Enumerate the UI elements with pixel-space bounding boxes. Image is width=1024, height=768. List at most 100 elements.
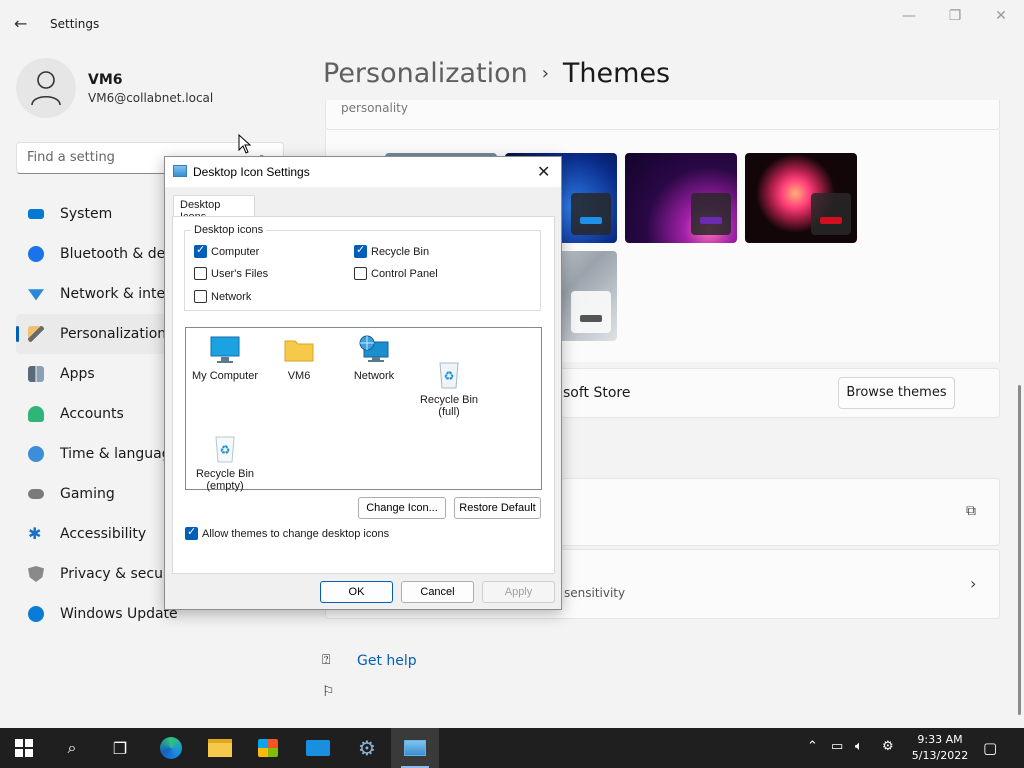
sidebar-item-label: Windows Update [60, 606, 178, 622]
theme-swatch [811, 193, 851, 235]
accessibility-icon: ✱ [28, 524, 42, 543]
help-icon: ⍰ [322, 652, 331, 668]
close-button[interactable]: ✕ [986, 8, 1016, 26]
folder-icon [208, 739, 232, 757]
sidebar-item-label: Personalization [60, 326, 167, 342]
gear-icon[interactable]: ⚙ [882, 739, 894, 754]
chevron-up-icon[interactable]: ⌃ [807, 739, 818, 754]
notification-icon[interactable]: ▢ [983, 739, 997, 757]
user-email: VM6@collabnet.local [88, 91, 214, 105]
store-button[interactable] [244, 728, 292, 768]
icon-item-my-computer[interactable]: My Computer [186, 334, 264, 382]
update-icon [28, 606, 44, 622]
network-checkbox[interactable]: Network [194, 290, 251, 303]
theme-swatch [571, 291, 611, 333]
icon-label: Network [353, 370, 395, 382]
date-text: 5/13/2022 [911, 749, 969, 762]
computer-checkbox[interactable]: Computer [194, 243, 260, 258]
monitor-icon [209, 334, 241, 366]
store-icon [258, 739, 278, 757]
checkbox-label: Allow themes to change desktop icons [202, 527, 390, 540]
restore-default-button[interactable]: Restore Default [454, 497, 541, 519]
task-view-icon: ❐ [112, 738, 128, 758]
search-icon: ⌕ [67, 738, 77, 757]
allow-themes-checkbox[interactable]: Allow themes to change desktop icons [185, 525, 390, 540]
breadcrumb-parent[interactable]: Personalization [323, 58, 528, 89]
apply-button: Apply [482, 581, 555, 603]
volume-icon[interactable]: 🔈︎ [855, 739, 863, 754]
dialog-title: Desktop Icon Settings [193, 165, 310, 179]
group-label: Desktop icons [191, 224, 267, 236]
avatar[interactable] [16, 58, 76, 118]
close-icon[interactable]: ✕ [537, 162, 550, 182]
checkbox-box[interactable] [354, 243, 367, 258]
svg-text:♻: ♻ [220, 443, 231, 457]
desktop-settings-icon [173, 165, 187, 177]
sidebar-item-label: Accounts [60, 406, 124, 422]
sidebar-item-label: Gaming [60, 486, 115, 502]
desktop-settings-icon [404, 740, 426, 756]
apps-icon [28, 366, 44, 382]
file-explorer-button[interactable] [196, 728, 244, 768]
cancel-button[interactable]: Cancel [401, 581, 474, 603]
back-arrow-icon[interactable]: ← [14, 14, 34, 34]
sidebar-item-label: Network & intern [60, 286, 180, 302]
mail-button[interactable] [294, 728, 342, 768]
sensitivity-text: sensitivity [564, 586, 626, 600]
icon-label: My Computer [191, 370, 259, 382]
settings-button[interactable]: ⚙ [343, 728, 391, 768]
icon-label: Recycle Bin (full) [419, 394, 479, 418]
windows-logo-icon [15, 739, 33, 757]
theme-thumb-glow-purple[interactable] [625, 153, 737, 243]
network-icon[interactable]: ▭ [831, 739, 843, 754]
chevron-right-icon: › [970, 574, 977, 593]
folder-icon [283, 334, 315, 366]
browse-themes-button[interactable]: Browse themes [838, 377, 955, 409]
checkbox-label: Computer [211, 245, 260, 258]
recycle-bin-empty-icon: ♻ [209, 420, 241, 463]
breadcrumb: Personalization › Themes [323, 58, 670, 89]
store-text: soft Store [563, 385, 631, 401]
desktop-icon-list[interactable]: My Computer VM6 Network ♻ Recycle Bin (f… [185, 327, 542, 492]
checkbox-label: User's Files [211, 267, 269, 280]
theme-thumb-flower[interactable] [745, 153, 857, 243]
icon-item-recycle-bin-full[interactable]: ♻ Recycle Bin (full) [410, 334, 488, 418]
icon-item-network[interactable]: Network [335, 334, 413, 382]
desktop-icon-settings-taskbar-button[interactable] [391, 728, 439, 768]
icon-item-recycle-bin-empty[interactable]: ♻ Recycle Bin (empty) [186, 408, 264, 492]
get-help-link[interactable]: Get help [357, 653, 417, 669]
person-icon [28, 406, 44, 422]
gamepad-icon [28, 489, 44, 499]
page-title: Themes [562, 58, 671, 89]
checkbox-box[interactable] [194, 267, 207, 280]
edge-button[interactable] [147, 728, 195, 768]
gear-icon: ⚙ [358, 736, 376, 760]
checkbox-label: Network [211, 290, 252, 303]
wifi-icon [28, 289, 44, 301]
start-button[interactable] [0, 728, 48, 768]
control-panel-checkbox[interactable]: Control Panel [354, 267, 438, 280]
recycle-bin-checkbox[interactable]: Recycle Bin [354, 243, 430, 258]
icon-item-user-folder[interactable]: VM6 [260, 334, 338, 382]
checkbox-box[interactable] [194, 290, 207, 303]
checkbox-box[interactable] [185, 525, 198, 540]
sidebar-item-label: Time & language [60, 446, 180, 462]
checkbox-label: Recycle Bin [371, 245, 430, 258]
minimize-button[interactable]: — [894, 8, 924, 26]
feedback-icon: ⚐ [322, 684, 335, 700]
tab-desktop-icons[interactable]: Desktop Icons [173, 195, 255, 223]
personality-text: personality [341, 101, 408, 115]
search-button[interactable]: ⌕ [48, 728, 96, 768]
scrollbar[interactable] [1018, 385, 1021, 715]
checkbox-label: Control Panel [371, 267, 438, 280]
user-name: VM6 [88, 72, 123, 88]
ok-button[interactable]: OK [320, 581, 393, 603]
checkbox-box[interactable] [354, 267, 367, 280]
maximize-button[interactable]: ❐ [940, 8, 970, 26]
change-icon-button[interactable]: Change Icon... [358, 497, 446, 519]
title-bar: ← Settings — ❐ ✕ [0, 0, 1024, 48]
users-files-checkbox[interactable]: User's Files [194, 267, 268, 280]
checkbox-box[interactable] [194, 243, 207, 258]
clock[interactable]: 9:33 AM 5/13/2022 [908, 732, 972, 764]
task-view-button[interactable]: ❐ [96, 728, 144, 768]
